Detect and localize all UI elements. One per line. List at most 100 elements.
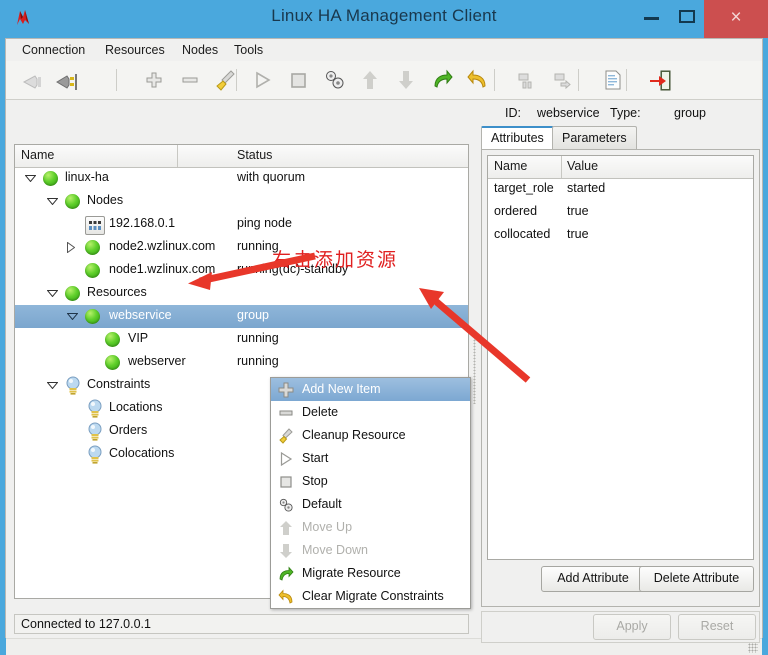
type-value: group: [674, 106, 706, 120]
status-bar: Connected to 127.0.0.1: [14, 614, 469, 634]
type-label: Type:: [610, 106, 641, 120]
arrow-down-icon: [280, 544, 292, 558]
toolbar-separator: [626, 69, 627, 91]
menu-bar: Connection Resources Nodes Tools: [6, 39, 762, 62]
chevron-down-icon[interactable]: [47, 290, 58, 297]
menu-resources[interactable]: Resources: [99, 42, 171, 58]
content-area: Name Status linux-ha with quorum Nodes 1…: [6, 100, 762, 655]
menu-item-clear-migrate-constraints[interactable]: Clear Migrate Constraints: [271, 585, 470, 608]
details-panel: ID: webservice Type: group Attributes Pa…: [479, 100, 762, 655]
tree-item-label: Orders: [109, 423, 148, 437]
tree-item-status: with quorum: [237, 170, 306, 184]
migrate-resource-icon[interactable]: [428, 66, 456, 94]
add-plus-icon[interactable]: [140, 66, 168, 94]
table-row[interactable]: webserver running: [15, 351, 468, 374]
move-down-arrow-icon[interactable]: [392, 66, 420, 94]
chevron-down-icon[interactable]: [67, 313, 78, 320]
menu-item-start[interactable]: Start: [271, 447, 470, 470]
panel-splitter[interactable]: [471, 144, 479, 599]
clear-migrate-icon[interactable]: [464, 66, 492, 94]
start-play-icon[interactable]: [248, 66, 276, 94]
chevron-down-icon[interactable]: [47, 198, 58, 205]
play-icon: [280, 451, 293, 467]
document-icon[interactable]: [598, 66, 626, 94]
tree-item-label: node1.wzlinux.com: [109, 262, 216, 276]
maximize-button[interactable]: [670, 0, 704, 34]
menu-nodes[interactable]: Nodes: [176, 42, 224, 58]
ping-node-icon: [85, 216, 105, 235]
tree-column-status[interactable]: Status: [237, 148, 272, 162]
attr-column-value[interactable]: Value: [567, 159, 598, 173]
menu-tools[interactable]: Tools: [228, 42, 269, 58]
details-tabs: Attributes Parameters: [481, 126, 760, 150]
default-gears-icon[interactable]: [320, 66, 348, 94]
tab-attributes[interactable]: Attributes: [481, 126, 554, 150]
menu-item-stop[interactable]: Stop: [271, 470, 470, 493]
chevron-down-icon[interactable]: [25, 175, 36, 182]
chevron-right-icon[interactable]: [67, 242, 75, 253]
close-button[interactable]: ×: [704, 0, 768, 38]
menu-connection[interactable]: Connection: [16, 42, 91, 58]
bulb-icon: [88, 422, 102, 441]
table-row[interactable]: ordered true: [488, 201, 753, 224]
stop-icon: [280, 476, 292, 488]
menu-item-cleanup-resource[interactable]: Cleanup Resource: [271, 424, 470, 447]
attributes-table[interactable]: Name Value target_role started ordered t…: [487, 155, 754, 560]
context-menu[interactable]: Add New Item Delete Cleanup Resource Sta…: [270, 377, 471, 609]
table-row[interactable]: collocated true: [488, 224, 753, 247]
id-label: ID:: [505, 106, 521, 120]
align-left-icon[interactable]: [512, 66, 540, 94]
splitter-grip[interactable]: [473, 339, 476, 404]
green-ball-icon: [85, 263, 100, 278]
attributes-tab-body: Name Value target_role started ordered t…: [481, 149, 760, 607]
menu-item-migrate-resource[interactable]: Migrate Resource: [271, 562, 470, 585]
green-ball-icon: [85, 309, 100, 324]
menu-item-default[interactable]: Default: [271, 493, 470, 516]
tree-header: Name Status: [15, 145, 468, 168]
attr-name: target_role: [494, 181, 554, 195]
table-row[interactable]: node2.wzlinux.com running: [15, 236, 468, 259]
attributes-header: Name Value: [488, 156, 753, 179]
connect-icon[interactable]: [20, 66, 48, 94]
add-attribute-button[interactable]: Add Attribute: [541, 566, 645, 592]
remove-minus-icon[interactable]: [176, 66, 204, 94]
tab-parameters[interactable]: Parameters: [552, 126, 637, 150]
tree-column-name[interactable]: Name: [21, 148, 54, 162]
menu-item-add-new-item[interactable]: Add New Item: [271, 378, 470, 401]
green-ball-icon: [43, 171, 58, 186]
disconnect-plug-icon[interactable]: [54, 66, 82, 94]
cleanup-broom-icon[interactable]: [212, 66, 240, 94]
annotation-note: 右击添加资源: [272, 249, 399, 271]
table-row[interactable]: linux-ha with quorum: [15, 167, 468, 190]
table-row[interactable]: target_role started: [488, 178, 753, 201]
toolbar-separator: [116, 69, 117, 91]
tree-item-webservice[interactable]: webservice group: [15, 305, 468, 328]
attr-name: ordered: [494, 204, 538, 218]
chevron-down-icon[interactable]: [47, 382, 58, 389]
reset-button[interactable]: Reset: [678, 614, 756, 640]
toolbar-separator: [578, 69, 579, 91]
delete-attribute-button[interactable]: Delete Attribute: [639, 566, 754, 592]
toolbar-separator: [494, 69, 495, 91]
menu-item-delete[interactable]: Delete: [271, 401, 470, 424]
table-row[interactable]: VIP running: [15, 328, 468, 351]
minus-icon: [279, 410, 293, 416]
table-row[interactable]: 192.168.0.1 ping node: [15, 213, 468, 236]
green-ball-icon: [105, 332, 120, 347]
align-right-icon[interactable]: [548, 66, 576, 94]
id-type-line: ID: webservice Type: group: [479, 106, 762, 122]
tree-item-label: Constraints: [87, 377, 151, 391]
table-row[interactable]: Resources: [15, 282, 468, 305]
tree-item-label: 192.168.0.1: [109, 216, 176, 230]
exit-door-icon[interactable]: [646, 66, 674, 94]
apply-button[interactable]: Apply: [593, 614, 671, 640]
minimize-button[interactable]: [635, 0, 669, 34]
tree-item-status: running: [237, 331, 279, 345]
table-row[interactable]: node1.wzlinux.com running(dc)-standby: [15, 259, 468, 282]
tree-header-divider: [177, 145, 178, 167]
table-row[interactable]: Nodes: [15, 190, 468, 213]
attr-column-name[interactable]: Name: [494, 159, 527, 173]
move-up-arrow-icon[interactable]: [356, 66, 384, 94]
application-window: Linux HA Management Client × Connection …: [0, 0, 768, 655]
stop-square-icon[interactable]: [284, 66, 312, 94]
